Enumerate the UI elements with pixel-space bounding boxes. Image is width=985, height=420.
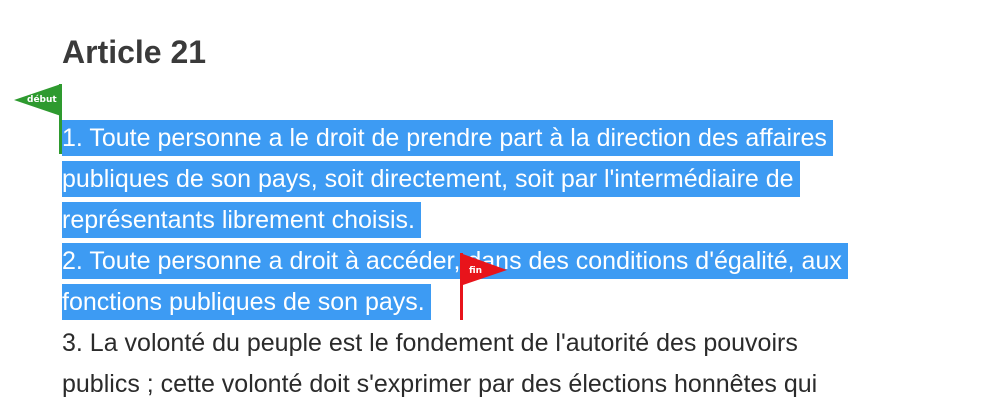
selection-end-flag-icon[interactable]: fin <box>459 250 519 320</box>
start-flag-label: début <box>27 95 57 105</box>
document-page: Article 21 1. Toute personne a le droit … <box>0 0 985 420</box>
selected-line[interactable]: 1. Toute personne a le droit de prendre … <box>62 120 833 156</box>
paragraph-3[interactable]: 3. La volonté du peuple est le fondement… <box>62 323 932 364</box>
end-flag-label: fin <box>469 266 483 276</box>
paragraph-1-line-2[interactable]: publiques de son pays, soit directement,… <box>62 159 932 200</box>
paragraph-3-line-2[interactable]: publics ; cette volonté doit s'exprimer … <box>62 364 932 405</box>
article-title: Article 21 <box>62 34 207 70</box>
selected-line[interactable]: publiques de son pays, soit directement,… <box>62 161 800 197</box>
selected-line[interactable]: représentants librement choisis. <box>62 202 421 238</box>
selected-line[interactable]: 2. Toute personne a droit à accéder, dan… <box>62 243 848 279</box>
paragraph-1-line-3[interactable]: représentants librement choisis. <box>62 200 932 241</box>
selection-start-flag-icon[interactable]: début <box>14 84 74 154</box>
paragraph-1[interactable]: 1. Toute personne a le droit de prendre … <box>62 118 932 159</box>
end-flag-shape <box>460 253 507 320</box>
selected-line[interactable]: fonctions publiques de son pays. <box>62 284 431 320</box>
